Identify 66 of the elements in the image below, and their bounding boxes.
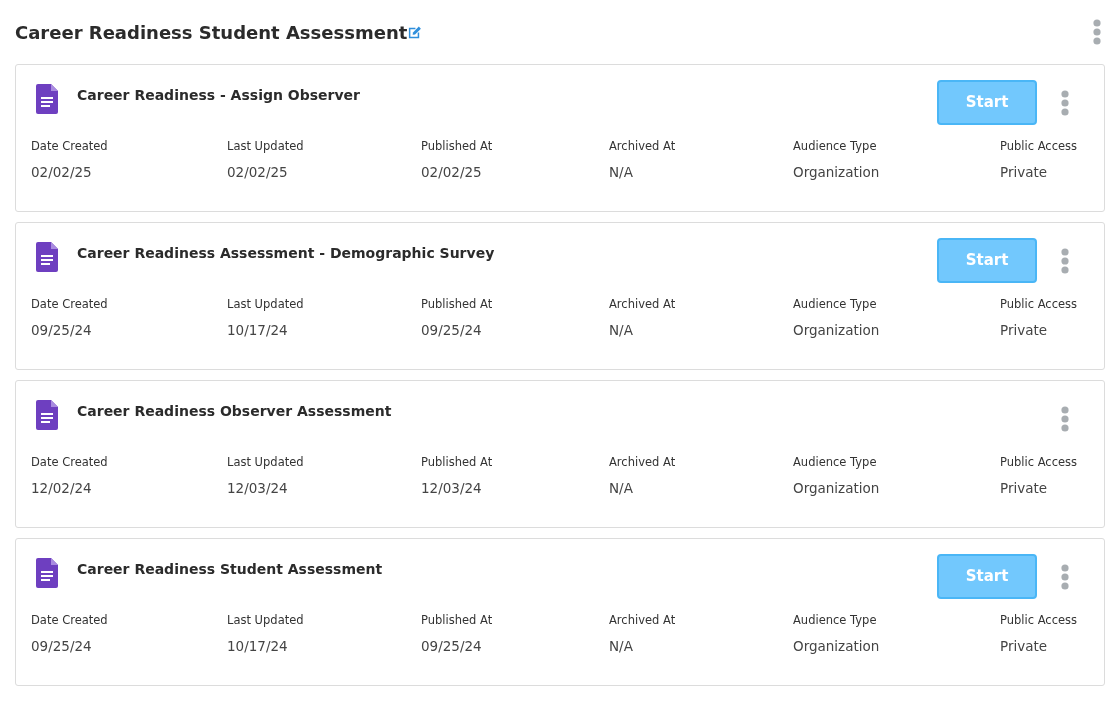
field-label: Date Created xyxy=(31,296,109,313)
field-value: 12/02/24 xyxy=(31,479,93,499)
field-label: Archived At xyxy=(609,612,677,629)
field-label: Public Access xyxy=(1000,454,1079,471)
card-title: Career Readiness Student Assessment xyxy=(77,560,383,579)
field-label: Published At xyxy=(421,296,494,313)
field-value: 10/17/24 xyxy=(227,321,289,341)
field-label: Date Created xyxy=(31,612,109,629)
start-button[interactable]: Start xyxy=(937,554,1037,599)
field-value: 09/25/24 xyxy=(31,637,93,657)
document-icon xyxy=(36,242,58,272)
field-value: 10/17/24 xyxy=(227,637,289,657)
field-label: Public Access xyxy=(1000,296,1079,313)
start-button[interactable]: Start xyxy=(937,238,1037,283)
document-icon xyxy=(36,558,58,588)
field-label: Archived At xyxy=(609,138,677,155)
field-label: Last Updated xyxy=(227,296,305,313)
field-value: N/A xyxy=(609,321,634,341)
field-label: Published At xyxy=(421,612,494,629)
field-value: N/A xyxy=(609,479,634,499)
page-title: Career Readiness Student Assessment xyxy=(15,20,408,45)
field-value: 09/25/24 xyxy=(31,321,93,341)
field-value: Private xyxy=(1000,479,1049,499)
document-icon xyxy=(36,400,58,430)
field-value: 02/02/25 xyxy=(421,163,483,183)
document-icon xyxy=(36,84,58,114)
field-value: Private xyxy=(1000,321,1049,341)
more-options-icon[interactable] xyxy=(1061,90,1069,116)
field-value: 02/02/25 xyxy=(31,163,93,183)
field-label: Public Access xyxy=(1000,612,1079,629)
more-options-icon[interactable] xyxy=(1061,564,1069,590)
start-button[interactable]: Start xyxy=(937,80,1037,125)
field-label: Audience Type xyxy=(793,454,878,471)
more-options-icon[interactable] xyxy=(1061,406,1069,432)
field-value: Private xyxy=(1000,637,1049,657)
field-label: Audience Type xyxy=(793,138,878,155)
field-value: Organization xyxy=(793,163,881,183)
field-label: Archived At xyxy=(609,296,677,313)
more-options-icon[interactable] xyxy=(1093,19,1101,45)
field-label: Published At xyxy=(421,138,494,155)
field-value: 09/25/24 xyxy=(421,321,483,341)
card-title: Career Readiness Assessment - Demographic Survey xyxy=(77,244,495,263)
field-value: 02/02/25 xyxy=(227,163,289,183)
field-value: Organization xyxy=(793,479,881,499)
field-label: Date Created xyxy=(31,138,109,155)
field-label: Public Access xyxy=(1000,138,1079,155)
field-label: Archived At xyxy=(609,454,677,471)
card-title: Career Readiness Observer Assessment xyxy=(77,402,392,421)
field-value: 12/03/24 xyxy=(421,479,483,499)
field-value: N/A xyxy=(609,163,634,183)
card-title: Career Readiness - Assign Observer xyxy=(77,86,360,105)
field-value: Organization xyxy=(793,637,881,657)
field-value: Private xyxy=(1000,163,1049,183)
more-options-icon[interactable] xyxy=(1061,248,1069,274)
field-label: Last Updated xyxy=(227,138,305,155)
field-value: N/A xyxy=(609,637,634,657)
field-value: Organization xyxy=(793,321,881,341)
field-label: Published At xyxy=(421,454,494,471)
field-label: Audience Type xyxy=(793,612,878,629)
field-value: 12/03/24 xyxy=(227,479,289,499)
edit-icon[interactable] xyxy=(407,24,423,40)
field-value: 09/25/24 xyxy=(421,637,483,657)
field-label: Last Updated xyxy=(227,612,305,629)
field-label: Last Updated xyxy=(227,454,305,471)
field-label: Audience Type xyxy=(793,296,878,313)
field-label: Date Created xyxy=(31,454,109,471)
